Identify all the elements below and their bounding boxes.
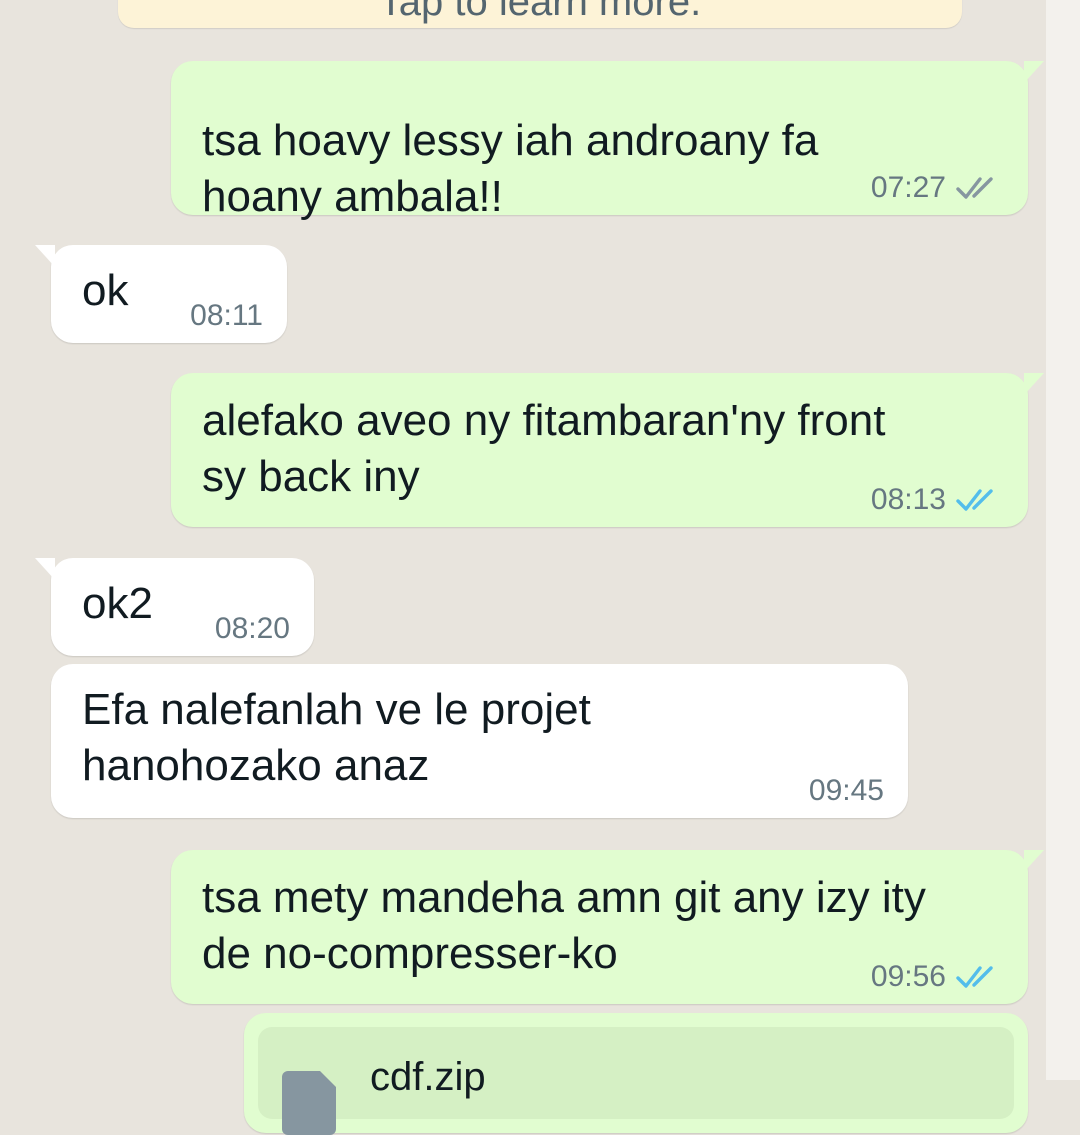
message-line: alefako aveo ny fitambaran'ny front: [202, 396, 886, 445]
message-meta: 07:27: [871, 171, 1002, 205]
bubble-tail: [35, 558, 55, 580]
message-text: Efa nalefanlah ve le projet hanohozako a…: [82, 682, 591, 794]
message-line: tsa mety mandeha amn git any izy ity: [202, 873, 926, 922]
message-text: ok2: [82, 576, 153, 632]
message-meta: 08:13: [871, 483, 1002, 517]
message-meta: 08:20: [215, 612, 290, 646]
message-text: tsa hoavy lessy iah androany fa hoany am…: [202, 113, 818, 225]
message-line: ok2: [82, 579, 153, 628]
message-line: sy back iny: [202, 452, 420, 501]
message-time: 09:56: [870, 960, 946, 993]
message-bubble[interactable]: alefako aveo ny fitambaran'ny front sy b…: [171, 373, 1044, 527]
double-check-icon: [956, 174, 1002, 202]
message-time: 08:11: [190, 299, 263, 332]
message-line: ok: [82, 266, 129, 315]
encryption-notice[interactable]: Tap to learn more.: [118, 0, 962, 28]
message-meta: 08:11: [190, 299, 263, 333]
message-time: 07:27: [870, 171, 946, 204]
bubble-tail: [35, 245, 55, 267]
message-meta: 09:56: [871, 960, 1002, 994]
chat-scrollbar-track[interactable]: [1046, 0, 1080, 1080]
message-text: tsa mety mandeha amn git any izy ity de …: [202, 870, 926, 982]
double-check-icon: [956, 486, 1002, 514]
attachment-file-name: cdf.zip: [370, 1055, 486, 1099]
message-line: hoany ambala!!: [202, 172, 503, 221]
bubble-tail: [1024, 61, 1044, 83]
message-bubble[interactable]: ok 08:11: [35, 245, 287, 343]
message-line: de no-compresser-ko: [202, 929, 618, 978]
chat-view: Tap to learn more. tsa hoavy lessy iah a…: [0, 0, 1080, 1135]
attachment-card[interactable]: cdf.zip: [258, 1027, 1014, 1135]
message-bubble[interactable]: ok2 08:20: [35, 558, 314, 656]
message-time: 08:20: [214, 612, 290, 645]
message-meta: 09:45: [809, 774, 884, 808]
message-bubble[interactable]: Efa nalefanlah ve le projet hanohozako a…: [51, 664, 908, 818]
message-line: Efa nalefanlah ve le projet: [82, 685, 591, 734]
message-text: ok: [82, 263, 128, 319]
double-check-icon: [956, 963, 1002, 991]
message-bubble[interactable]: tsa hoavy lessy iah androany fa hoany am…: [171, 61, 1044, 221]
message-time: 09:45: [808, 774, 884, 807]
attachment-message[interactable]: cdf.zip: [244, 1013, 1028, 1135]
bubble-tail: [1024, 850, 1044, 872]
message-text: alefako aveo ny fitambaran'ny front sy b…: [202, 393, 885, 505]
message-line: tsa hoavy lessy iah androany fa: [202, 116, 819, 165]
message-bubble[interactable]: tsa mety mandeha amn git any izy ity de …: [171, 850, 1044, 1004]
message-time: 08:13: [870, 483, 946, 516]
message-line: hanohozako anaz: [82, 741, 430, 790]
bubble-tail: [1024, 373, 1044, 395]
document-icon: [282, 1071, 336, 1135]
document-fold: [320, 1071, 336, 1087]
encryption-notice-text: Tap to learn more.: [378, 0, 702, 24]
